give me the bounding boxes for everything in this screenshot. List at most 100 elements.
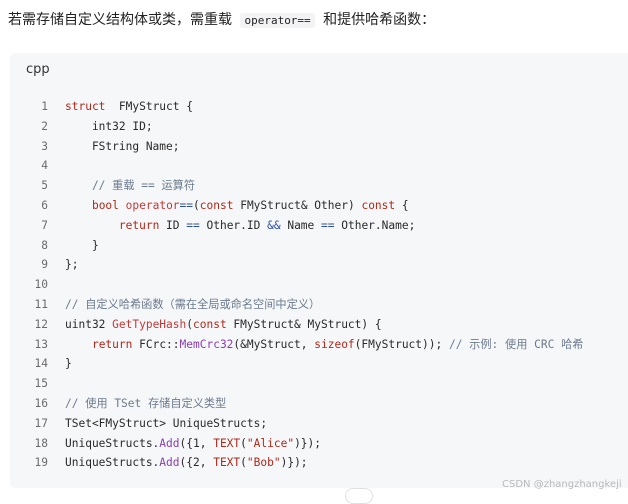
code-token: operator — [125, 198, 180, 212]
code-line: 8 } — [10, 236, 628, 256]
code-token: && — [267, 218, 281, 232]
line-number: 12 — [34, 317, 48, 331]
code-line: 4 — [10, 156, 628, 176]
code-text: TSet<FMyStruct> UniqueStructs; — [65, 414, 267, 434]
code-token: Other.ID — [199, 218, 268, 232]
code-token: ( — [240, 436, 247, 450]
line-number: 11 — [34, 297, 48, 311]
code-text: // 重载 == 运算符 — [65, 176, 195, 196]
line-number: 4 — [41, 159, 48, 173]
code-token: )}); — [294, 436, 322, 450]
code-token: }; — [65, 258, 79, 272]
code-line: 6 bool operator==( const FMyStruct& Other… — [10, 196, 628, 216]
line-number: 17 — [34, 416, 48, 430]
code-token: "Alice" — [246, 436, 295, 450]
intro-prefix: 若需存储自定义结构体或类，需重载 — [8, 12, 232, 28]
code-token: MemCrc32 — [179, 337, 234, 351]
line-number: 13 — [34, 337, 48, 351]
code-token: ( — [193, 198, 200, 212]
code-token: bool — [91, 198, 119, 212]
code-token: int32 ID; — [65, 119, 153, 133]
code-token: const — [193, 317, 227, 331]
code-text: struct FMyStruct { — [65, 97, 193, 117]
code-body: 1 struct FMyStruct {2 int32 ID; 3 FString … — [10, 97, 628, 473]
code-token: GetTypeHash — [112, 317, 187, 331]
code-line: 11 // 自定义哈希函数（需在全局或命名空间中定义） — [10, 295, 628, 315]
code-token: ({1, — [179, 436, 214, 450]
line-number: 5 — [41, 179, 48, 193]
code-token: { — [395, 198, 409, 212]
line-number: 9 — [41, 258, 48, 272]
code-line: 19 UniqueStructs.Add({2, TEXT("Bob")}); — [10, 453, 628, 473]
code-text: bool operator==(const FMyStruct& Other) … — [65, 196, 409, 216]
code-token: UniqueStructs. — [65, 456, 160, 470]
code-token: == — [186, 218, 200, 232]
code-text: int32 ID; — [65, 117, 153, 137]
code-language-bar: cpp — [10, 53, 628, 89]
code-text: // 使用 TSet 存储自定义类型 — [65, 394, 226, 414]
code-token: TEXT — [213, 436, 241, 450]
code-token: // 重载 == 运算符 — [65, 179, 196, 193]
line-number: 3 — [41, 139, 48, 153]
code-token: Other.Name; — [334, 218, 416, 232]
code-token: // 使用 TSet 存储自定义类型 — [65, 396, 227, 410]
code-token: FString Name; — [65, 139, 180, 153]
code-token: == — [179, 198, 194, 212]
code-token: } — [65, 357, 72, 371]
code-line: 18 UniqueStructs.Add({1, TEXT("Alice")}); — [10, 434, 628, 454]
code-block: cpp 1 struct FMyStruct {2 int32 ID; 3 FStr… — [10, 53, 628, 488]
code-token: ({2, — [179, 456, 214, 470]
code-text: } — [65, 354, 72, 374]
code-token: FMyStruct { — [105, 100, 193, 113]
line-number: 14 — [34, 357, 48, 371]
code-token: Add — [159, 456, 180, 470]
code-line: 5 // 重载 == 运算符 — [10, 176, 628, 196]
code-text: UniqueStructs.Add({1, TEXT("Alice")}); — [65, 434, 321, 454]
line-number: 18 — [34, 436, 48, 450]
code-token: } — [65, 238, 99, 252]
code-line: 1 struct FMyStruct { — [10, 97, 628, 117]
line-number: 6 — [41, 198, 48, 212]
line-number: 15 — [34, 377, 48, 391]
line-number: 1 — [41, 100, 48, 113]
code-text: FString Name; — [65, 137, 180, 157]
line-number: 10 — [34, 278, 48, 292]
code-line: 15 — [10, 374, 628, 394]
scroll-handle[interactable] — [345, 488, 373, 504]
code-text: return FCrc::MemCrc32(&MyStruct, sizeof(… — [65, 335, 584, 355]
code-token: (&MyStruct, — [233, 337, 315, 351]
code-token: ( — [240, 456, 247, 470]
code-token: FCrc:: — [132, 337, 180, 351]
code-token: sizeof — [314, 337, 355, 351]
line-number: 16 — [34, 396, 48, 410]
code-text: // 自定义哈希函数（需在全局或命名空间中定义） — [65, 295, 320, 315]
code-line: 10 — [10, 275, 628, 295]
code-token: UniqueStructs. — [65, 436, 160, 450]
code-line: 9}; — [10, 255, 628, 275]
code-line: 2 int32 ID; — [10, 117, 628, 137]
code-token: Add — [159, 436, 180, 450]
code-text: } — [65, 236, 99, 256]
code-token: return — [118, 218, 160, 232]
code-token: // 示例: 使用 CRC 哈希 — [448, 337, 584, 351]
code-text: uint32 GetTypeHash(const FMyStruct& MySt… — [65, 315, 382, 335]
code-line: 17 TSet<FMyStruct> UniqueStructs; — [10, 414, 628, 434]
line-number: 7 — [41, 218, 48, 232]
code-token: )}); — [280, 456, 308, 470]
code-token: const — [361, 198, 396, 212]
line-number: 19 — [34, 456, 48, 470]
code-token: "Bob" — [246, 456, 281, 470]
watermark: CSDN @zhangzhangkeji — [502, 479, 622, 490]
code-token: TSet<FMyStruct> UniqueStructs; — [65, 416, 268, 430]
code-text: }; — [65, 255, 78, 275]
code-line: 7 return ID == Other.ID && Name == Other… — [10, 216, 628, 236]
code-token: TEXT — [213, 456, 241, 470]
code-token: FMyStruct& Other) — [233, 198, 362, 212]
inline-code: operator== — [240, 13, 315, 28]
line-number: 2 — [41, 119, 48, 133]
code-token: == — [321, 218, 335, 232]
